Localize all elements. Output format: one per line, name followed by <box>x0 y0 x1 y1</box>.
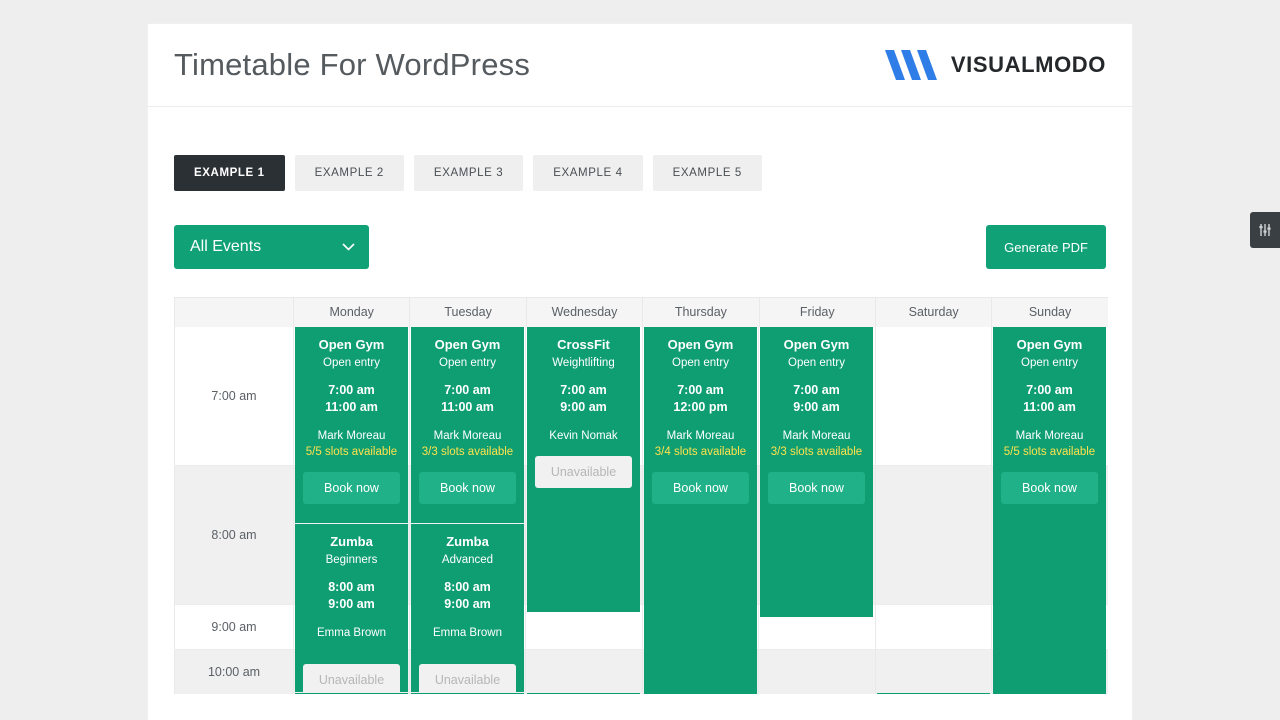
event-card-sunday-open-gym[interactable]: Open Gym Open entry 7:00 am 11:00 am Mar… <box>993 327 1106 694</box>
event-start-time: 7:00 am <box>328 383 375 397</box>
day-header-friday: Friday <box>758 298 875 327</box>
tab-example-5[interactable]: EXAMPLE 5 <box>652 155 762 191</box>
event-start-time: 8:00 am <box>328 580 375 594</box>
event-title: Open Gym <box>783 337 850 352</box>
event-slots: 3/3 slots available <box>770 446 863 458</box>
book-now-button[interactable]: Book now <box>1001 472 1098 504</box>
tab-example-3[interactable]: EXAMPLE 3 <box>413 155 524 191</box>
day-header-monday: Monday <box>293 298 409 327</box>
event-subtitle: Open entry <box>1021 357 1078 369</box>
chevron-down-icon <box>342 243 355 251</box>
event-start-time: 7:00 am <box>444 383 491 397</box>
page-header: Timetable For WordPress VISUALMODO <box>148 24 1132 107</box>
event-subtitle: Advanced <box>441 554 494 566</box>
event-card-monday-boxing[interactable]: Boxing Boxing class <box>295 693 408 694</box>
event-subtitle: Open entry <box>439 357 496 369</box>
event-instructor: Emma Brown <box>432 627 503 639</box>
page-body: EXAMPLE 1 EXAMPLE 2 EXAMPLE 3 EXAMPLE 4 … <box>148 107 1132 694</box>
event-instructor: Mark Moreau <box>782 430 851 442</box>
event-instructor: Kevin Nomak <box>549 430 618 442</box>
controls-row: All Events Generate PDF <box>174 225 1106 269</box>
event-end-time: 12:00 pm <box>673 400 728 414</box>
generate-pdf-button[interactable]: Generate PDF <box>986 225 1106 269</box>
event-start-time: 7:00 am <box>677 383 724 397</box>
day-header-saturday: Saturday <box>874 298 991 327</box>
event-subtitle: Open entry <box>788 357 845 369</box>
event-card-thursday-open-gym[interactable]: Open Gym Open entry 7:00 am 12:00 pm Mar… <box>644 327 757 694</box>
timetable: Monday Tuesday Wednesday Thursday Friday… <box>174 297 1108 694</box>
settings-widget-button[interactable] <box>1250 212 1280 248</box>
day-header-thursday: Thursday <box>642 298 758 327</box>
event-card-monday-open-gym[interactable]: Open Gym Open entry 7:00 am 11:00 am Mar… <box>295 327 408 523</box>
book-now-button[interactable]: Book now <box>652 472 749 504</box>
example-tabs: EXAMPLE 1 EXAMPLE 2 EXAMPLE 3 EXAMPLE 4 … <box>174 155 1106 191</box>
timetable-body: 7:00 am 8:00 am 9:00 am 10:00 am Open Gy… <box>175 327 1108 694</box>
event-title: Zumba <box>446 534 489 549</box>
unavailable-button: Unavailable <box>419 664 516 692</box>
event-slots: 5/5 slots available <box>305 446 398 458</box>
event-slots: 5/5 slots available <box>1003 446 1096 458</box>
event-instructor: Mark Moreau <box>666 430 735 442</box>
event-title: Open Gym <box>667 337 734 352</box>
event-card-group: Open Gym Open entry 7:00 am 11:00 am Mar… <box>175 327 1108 694</box>
unavailable-button: Unavailable <box>303 664 400 692</box>
event-end-time: 9:00 am <box>328 597 375 611</box>
timetable-corner-cell <box>175 298 293 327</box>
brand-name: VISUALMODO <box>950 52 1106 77</box>
event-end-time: 9:00 am <box>444 597 491 611</box>
event-subtitle: Open entry <box>323 357 380 369</box>
book-now-button[interactable]: Book now <box>768 472 865 504</box>
day-header-tuesday: Tuesday <box>409 298 525 327</box>
event-subtitle: Weightlifting <box>552 357 615 369</box>
event-card-wednesday-zumba[interactable]: Zumba Beginners <box>527 693 640 694</box>
event-card-friday-open-gym[interactable]: Open Gym Open entry 7:00 am 9:00 am Mark… <box>760 327 873 617</box>
event-end-time: 11:00 am <box>1023 400 1076 414</box>
event-title: CrossFit <box>557 337 610 352</box>
event-instructor: Emma Brown <box>316 627 387 639</box>
event-instructor: Mark Moreau <box>1015 430 1084 442</box>
event-end-time: 11:00 am <box>325 400 378 414</box>
event-start-time: 7:00 am <box>1026 383 1073 397</box>
book-now-button[interactable]: Book now <box>419 472 516 504</box>
visualmodo-logo-icon <box>884 50 937 80</box>
page-title: Timetable For WordPress <box>174 47 531 82</box>
event-start-time: 8:00 am <box>444 580 491 594</box>
event-title: Open Gym <box>1016 337 1083 352</box>
tab-example-1[interactable]: EXAMPLE 1 <box>174 155 285 191</box>
event-instructor: Mark Moreau <box>317 430 386 442</box>
event-end-time: 9:00 am <box>793 400 840 414</box>
unavailable-button: Unavailable <box>535 456 632 488</box>
event-card-monday-zumba[interactable]: Zumba Beginners 8:00 am 9:00 am Emma Bro… <box>295 524 408 692</box>
event-card-sunday-body-building[interactable]: Body Building Weightlifting <box>993 693 1106 694</box>
event-card-tuesday-zumba[interactable]: Zumba Advanced 8:00 am 9:00 am Emma Brow… <box>411 524 524 692</box>
event-slots: 3/3 slots available <box>421 446 514 458</box>
tab-example-4[interactable]: EXAMPLE 4 <box>533 155 643 191</box>
event-card-tuesday-boxing[interactable]: Boxing MMA beginners <box>411 693 524 694</box>
event-card-wednesday-crossfit[interactable]: CrossFit Weightlifting 7:00 am 9:00 am K… <box>527 327 640 612</box>
event-end-time: 9:00 am <box>560 400 607 414</box>
tab-example-2[interactable]: EXAMPLE 2 <box>294 155 404 191</box>
event-card-saturday-boxing[interactable]: Boxing Boxing class <box>877 693 990 694</box>
book-now-button[interactable]: Book now <box>303 472 400 504</box>
event-slots: 3/4 slots available <box>654 446 747 458</box>
event-subtitle: Beginners <box>325 554 378 566</box>
timetable-header-row: Monday Tuesday Wednesday Thursday Friday… <box>175 298 1108 327</box>
brand-logo: VISUALMODO <box>884 50 1106 80</box>
event-subtitle: Open entry <box>672 357 729 369</box>
event-title: Zumba <box>330 534 373 549</box>
day-header-wednesday: Wednesday <box>525 298 642 327</box>
event-start-time: 7:00 am <box>793 383 840 397</box>
event-title: Open Gym <box>318 337 385 352</box>
page-root: Timetable For WordPress VISUALMODO EXAMP… <box>0 0 1280 720</box>
event-title: Open Gym <box>434 337 501 352</box>
event-end-time: 11:00 am <box>441 400 494 414</box>
event-filter-select[interactable]: All Events <box>174 225 369 269</box>
content-sheet: Timetable For WordPress VISUALMODO EXAMP… <box>148 24 1132 720</box>
event-instructor: Mark Moreau <box>433 430 502 442</box>
event-filter-value: All Events <box>190 238 262 255</box>
sliders-icon <box>1259 224 1271 236</box>
event-card-tuesday-open-gym[interactable]: Open Gym Open entry 7:00 am 11:00 am Mar… <box>411 327 524 523</box>
event-start-time: 7:00 am <box>560 383 607 397</box>
day-header-sunday: Sunday <box>991 298 1107 327</box>
